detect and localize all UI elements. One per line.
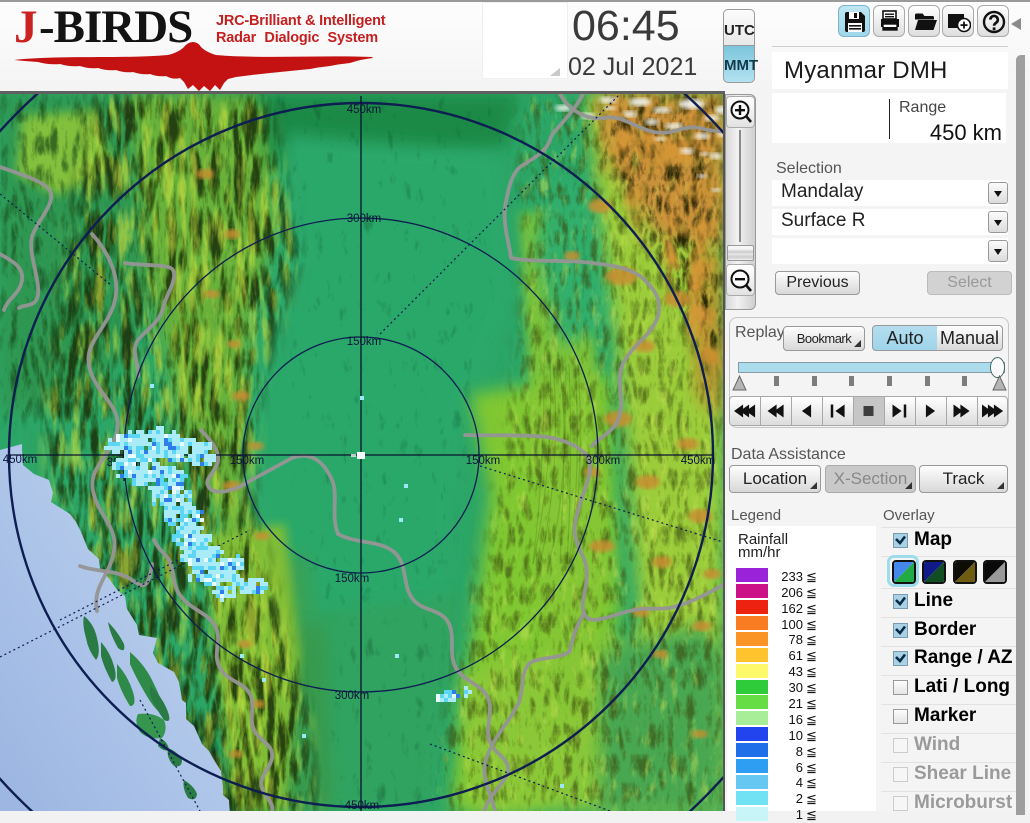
svg-text:450km: 450km [347, 104, 382, 116]
svg-text:300km: 300km [347, 213, 382, 225]
svg-text:Radar Dialogic System: Radar Dialogic System [216, 30, 378, 46]
svg-text:150km: 150km [230, 455, 265, 467]
svg-text:450km: 450km [681, 455, 716, 467]
svg-text:450km: 450km [345, 800, 380, 811]
svg-text:-BIRDS: -BIRDS [39, 1, 192, 53]
svg-text:J: J [14, 1, 38, 53]
svg-text:150km: 150km [466, 455, 501, 467]
svg-text:JRC-Brilliant & Intelligent: JRC-Brilliant & Intelligent [216, 13, 386, 29]
svg-text:300km: 300km [586, 455, 621, 467]
svg-text:300km: 300km [335, 690, 370, 702]
svg-text:150km: 150km [347, 336, 382, 348]
svg-text:150km: 150km [335, 573, 370, 585]
svg-text:450km: 450km [3, 454, 38, 466]
